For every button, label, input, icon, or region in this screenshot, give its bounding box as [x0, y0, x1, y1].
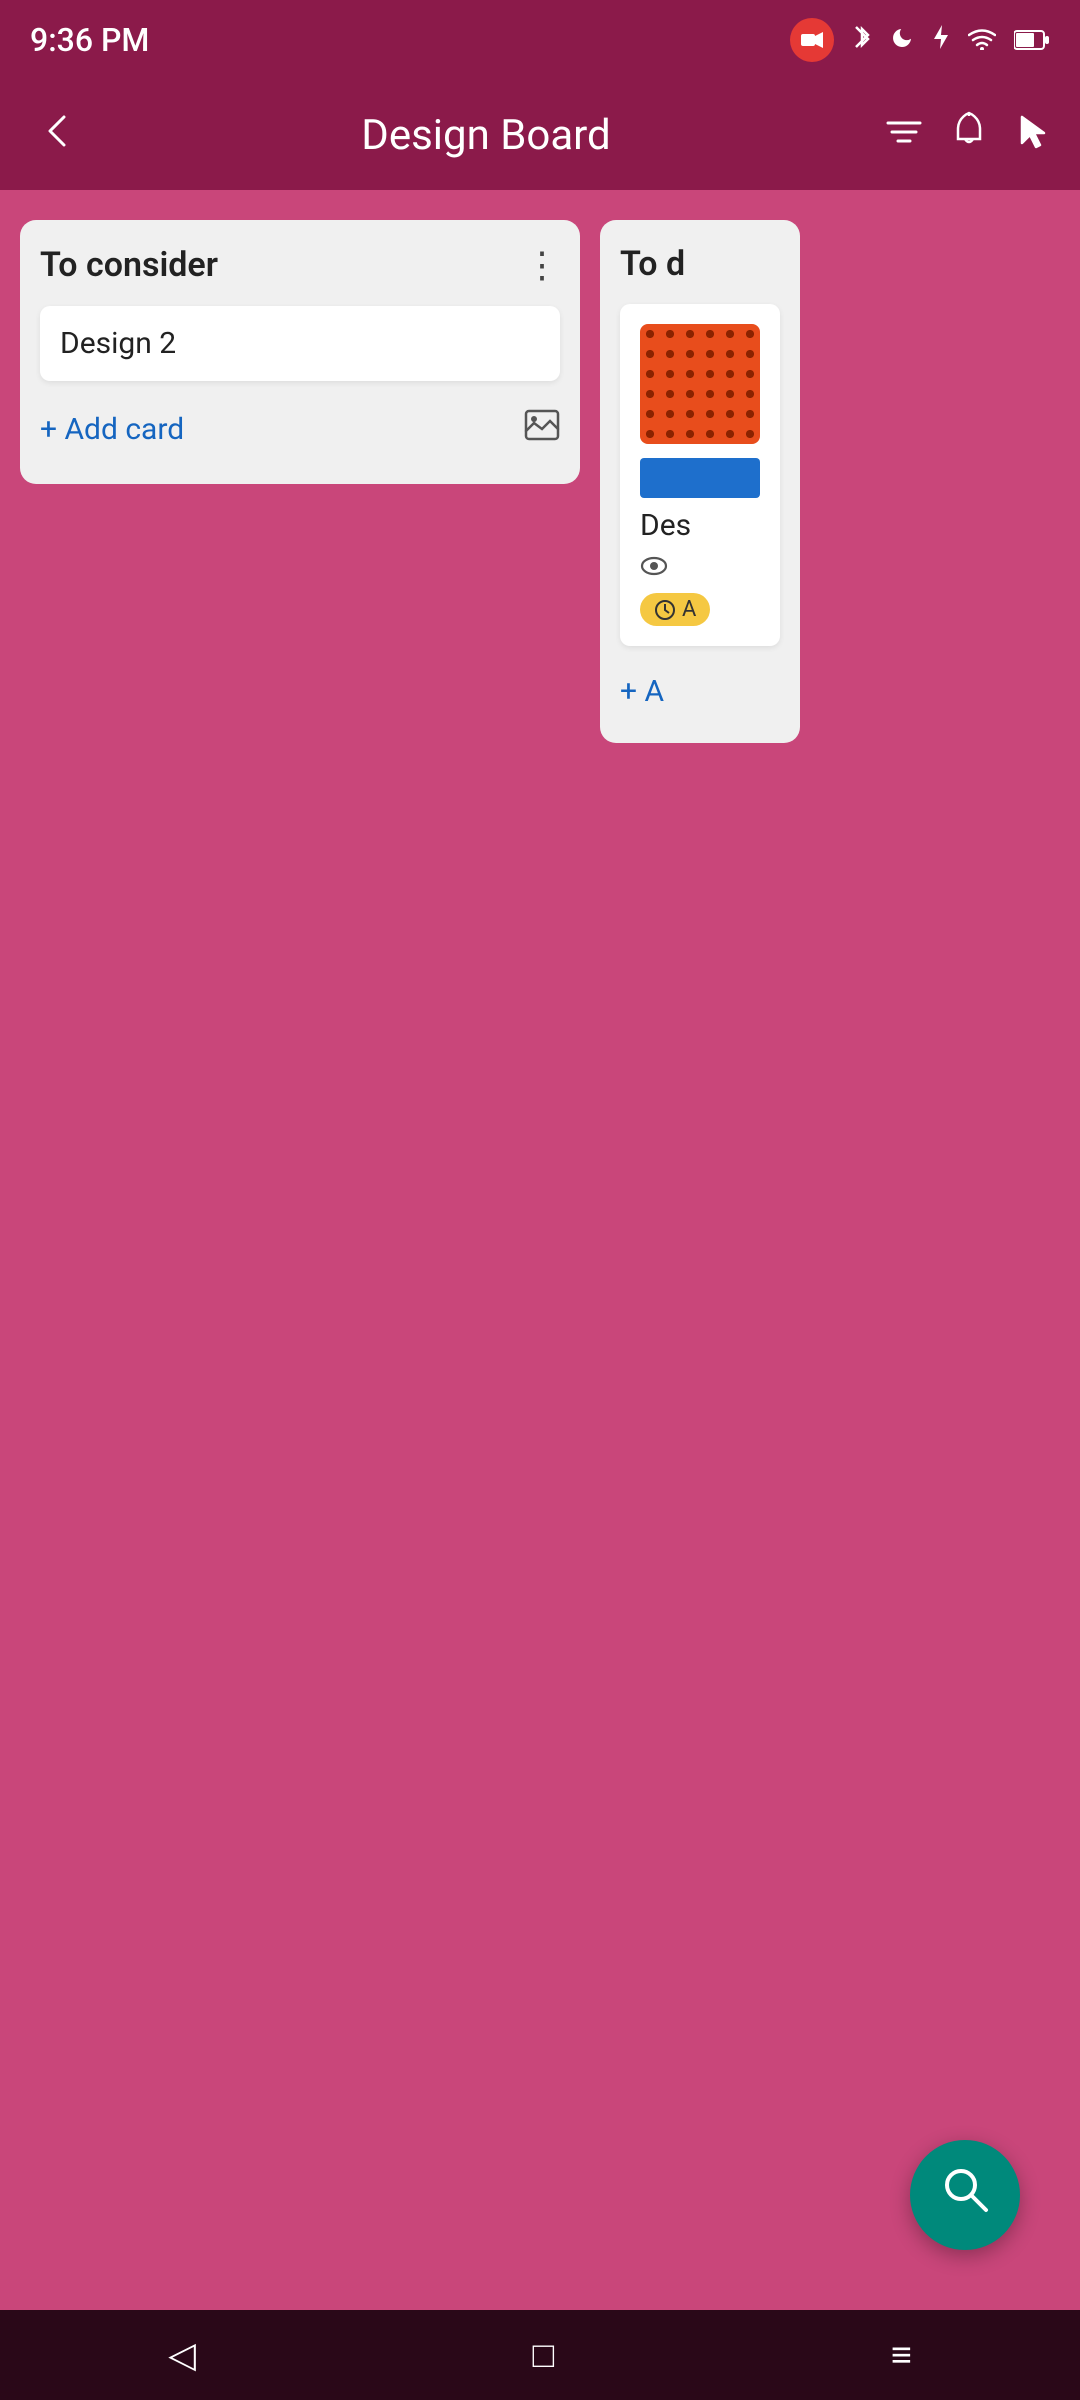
app-bar: Design Board	[0, 80, 1080, 190]
nav-bar: ◁ □ ≡	[0, 2310, 1080, 2400]
battery-icon	[1014, 24, 1050, 57]
image-icon-1	[524, 409, 560, 450]
card-partial[interactable]: Des A	[620, 304, 780, 646]
card-swatch-dots	[640, 324, 760, 444]
charging-icon	[932, 23, 950, 58]
card-meta-eye	[640, 553, 760, 583]
card-title-partial: Des	[640, 508, 691, 543]
app-bar-actions	[886, 111, 1050, 159]
nav-home-button[interactable]: □	[532, 2334, 554, 2376]
card-design-2[interactable]: Design 2	[40, 306, 560, 381]
cursor-icon[interactable]	[1016, 111, 1050, 159]
column-title-1: To consider	[40, 245, 218, 285]
back-button[interactable]	[30, 101, 86, 170]
bluetooth-icon	[852, 23, 872, 58]
card-meta-clock: A	[640, 593, 760, 626]
filter-icon[interactable]	[886, 113, 922, 157]
app-bar-title: Design Board	[106, 111, 866, 160]
add-card-button-2[interactable]: + A	[620, 664, 780, 719]
moon-icon	[890, 24, 914, 57]
status-icons	[790, 18, 1050, 62]
eye-icon	[640, 553, 668, 583]
fab-search-icon	[940, 2164, 990, 2226]
nav-back-button[interactable]: ◁	[168, 2334, 196, 2376]
clock-badge: A	[640, 593, 710, 626]
status-bar: 9:36 PM	[0, 0, 1080, 80]
video-camera-icon	[790, 18, 834, 62]
column-to-consider: To consider ⋮ Design 2 + Add card	[20, 220, 580, 484]
column-partial: To d Des	[600, 220, 800, 743]
column-menu-button-1[interactable]: ⋮	[524, 244, 560, 286]
wifi-icon	[968, 24, 996, 57]
fab-search-button[interactable]	[910, 2140, 1020, 2250]
badge-label: A	[682, 597, 696, 622]
card-swatch-blue	[640, 458, 760, 498]
add-card-label-1: + Add card	[40, 412, 184, 447]
nav-menu-button[interactable]: ≡	[891, 2334, 912, 2376]
column-header-2: To d	[620, 244, 780, 284]
bell-icon[interactable]	[952, 111, 986, 159]
board-area: To consider ⋮ Design 2 + Add card To d	[0, 190, 1080, 2310]
column-header-1: To consider ⋮	[40, 244, 560, 286]
column-title-2: To d	[620, 244, 685, 284]
add-card-button-1[interactable]: + Add card	[40, 399, 560, 460]
add-card-label-2: + A	[620, 674, 664, 709]
status-time: 9:36 PM	[30, 21, 149, 59]
card-title-design2: Design 2	[60, 326, 176, 361]
